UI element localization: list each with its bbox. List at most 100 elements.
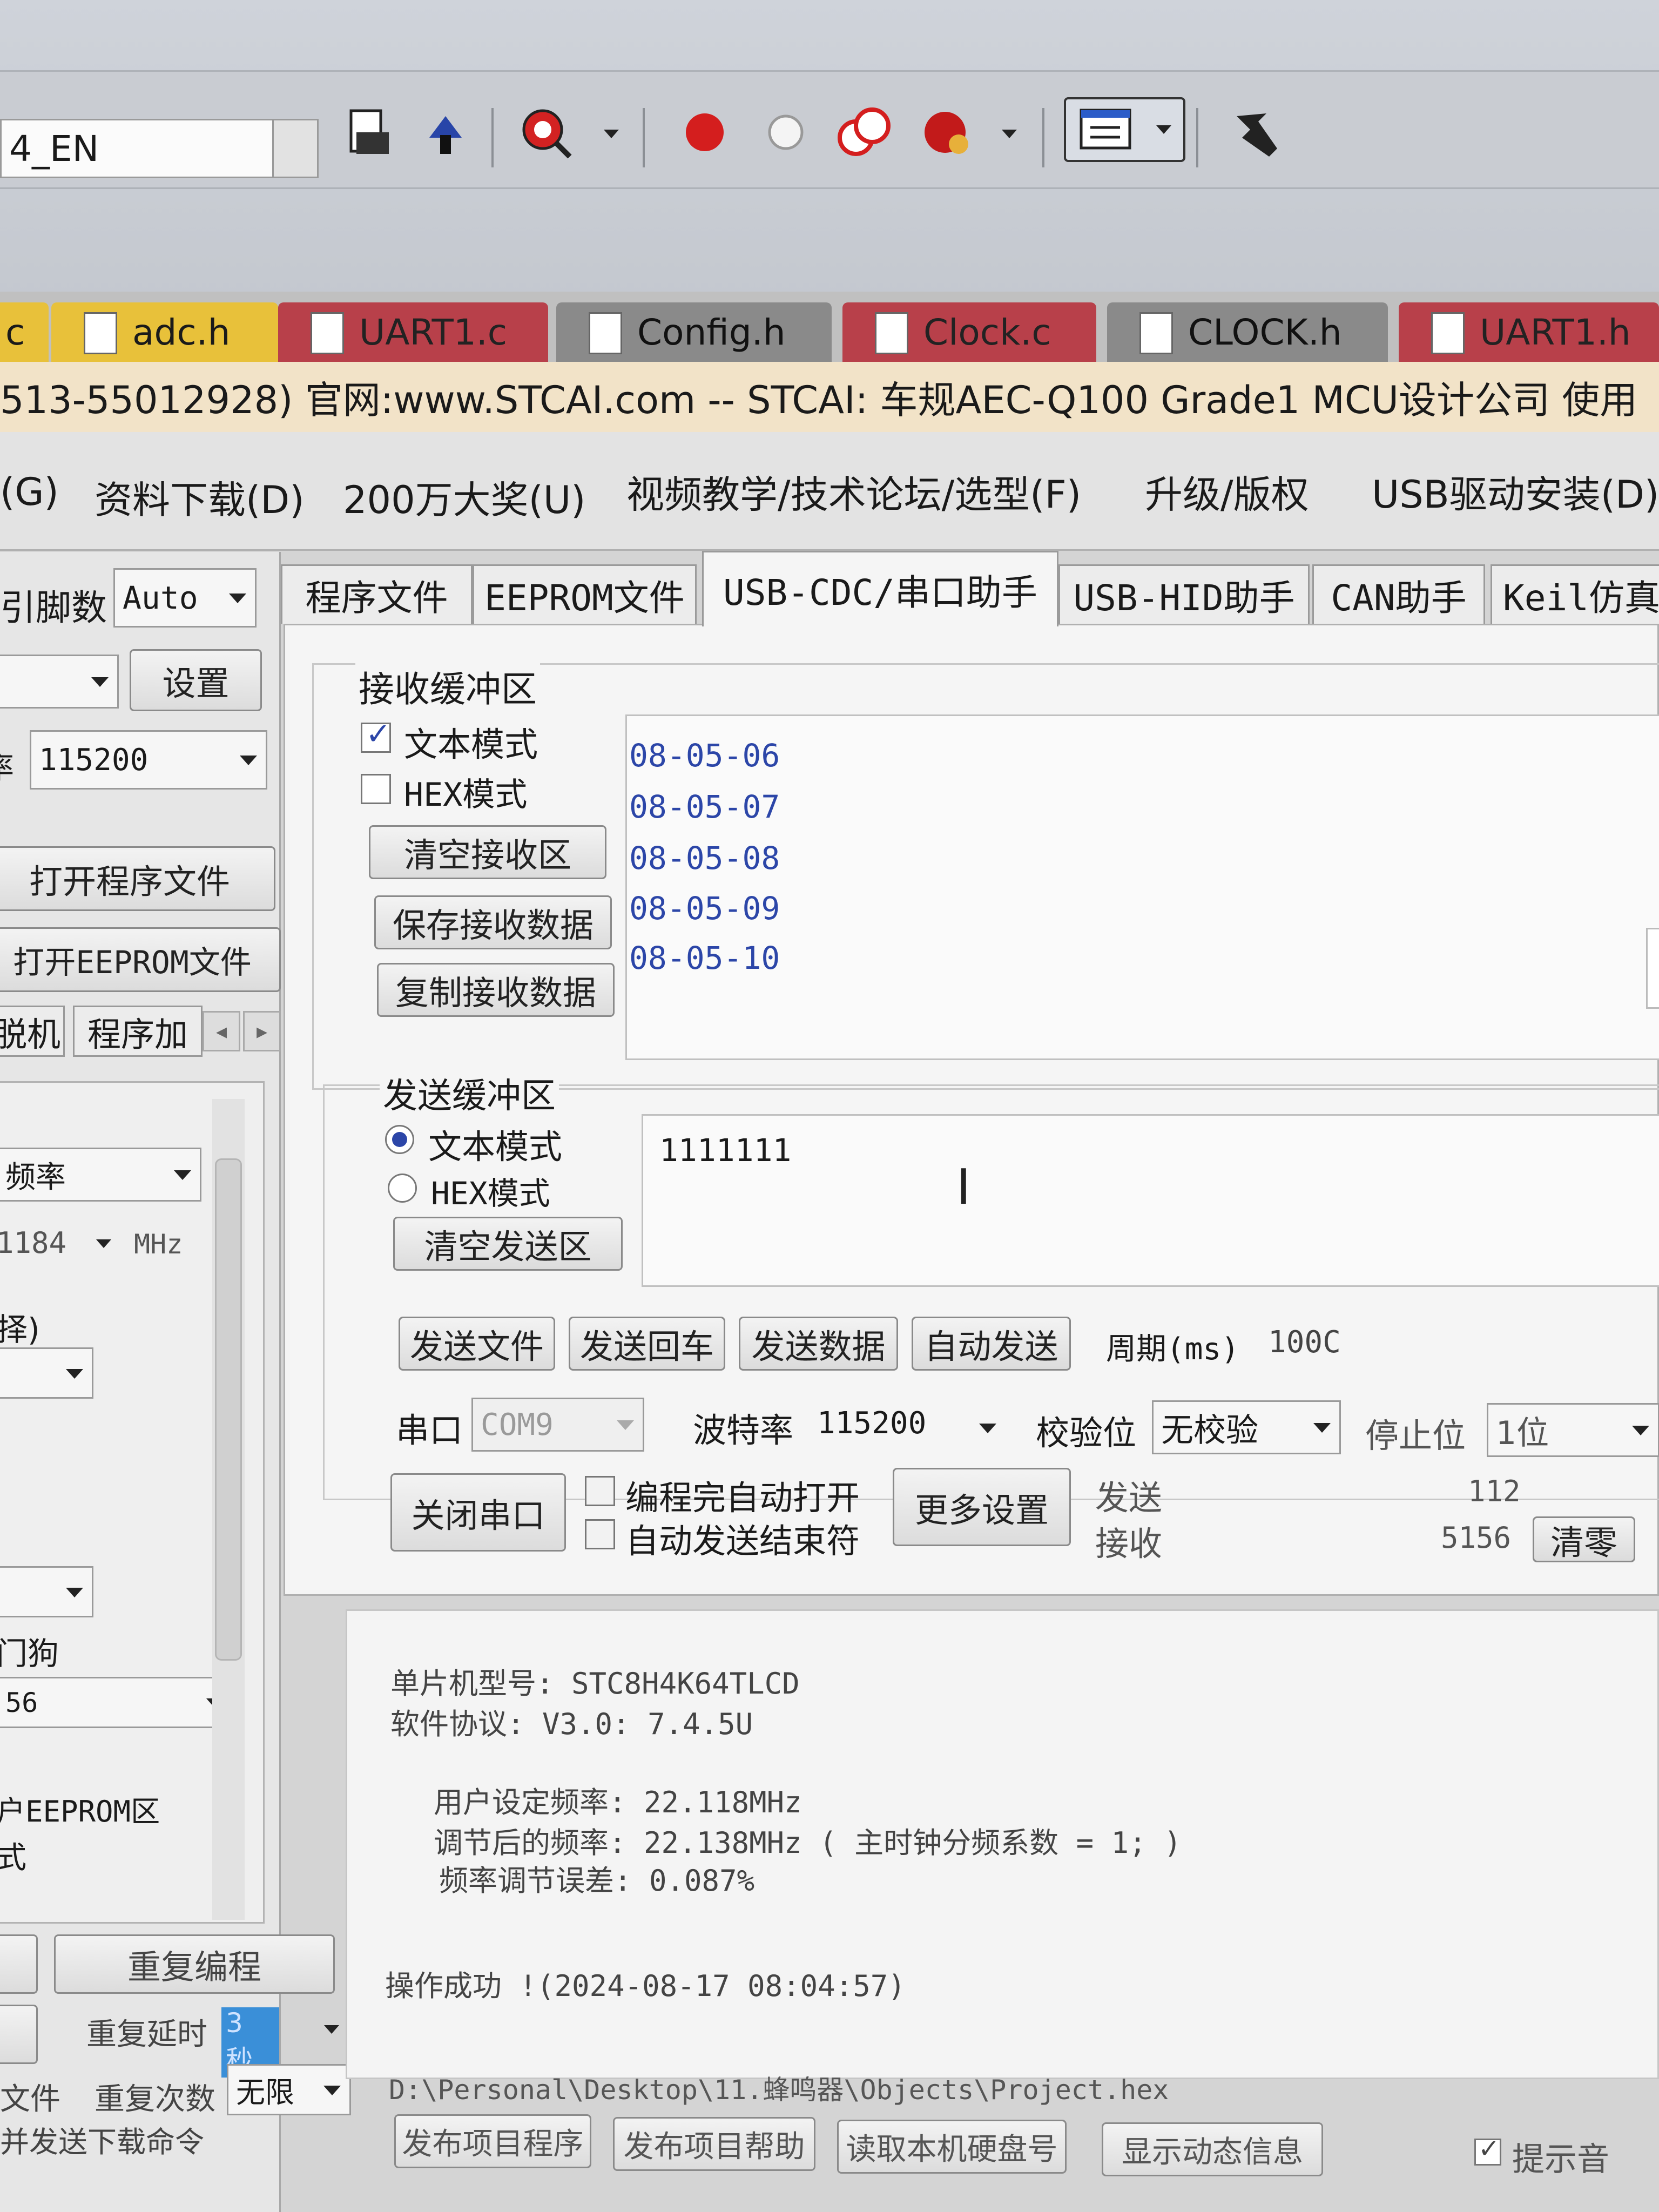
menu-item-usb-driver[interactable]: USB驱动安装(D)	[1372, 464, 1659, 519]
left-small-button[interactable]	[0, 1934, 38, 1994]
read-disk-id-button[interactable]: 读取本机硬盘号	[837, 2120, 1067, 2174]
send-data-button[interactable]: 发送数据	[739, 1317, 898, 1371]
baud-combo[interactable]: 115200	[30, 730, 267, 790]
serial-baud-value[interactable]: 115200	[817, 1406, 926, 1441]
parity-value: 无校验	[1161, 1411, 1258, 1449]
mcu-model-text: 单片机型号: STC8H4K64TLCD	[390, 1667, 800, 1701]
clear-send-button[interactable]: 清空发送区	[393, 1217, 623, 1271]
auto-open-checkbox[interactable]	[585, 1476, 615, 1506]
options-scrollbar[interactable]	[212, 1099, 245, 1920]
subtab-scroll-left[interactable]: ◂	[203, 1011, 240, 1051]
chevron-down-icon[interactable]	[272, 120, 317, 177]
menu-item-prize[interactable]: 200万大奖(U)	[343, 470, 585, 524]
tab-keil-debug[interactable]: Keil仿真	[1491, 564, 1659, 624]
receive-line: 08-05-06	[629, 737, 780, 774]
receive-text-mode-checkbox[interactable]: ✓	[361, 717, 391, 753]
open-program-file-button[interactable]: 打开程序文件	[0, 846, 275, 911]
send-text-mode-radio[interactable]	[385, 1125, 414, 1154]
kill-breakpoint-icon[interactable]	[918, 103, 977, 162]
show-dynamic-info-button[interactable]: 显示动态信息	[1102, 2122, 1323, 2176]
send-file-button[interactable]: 发送文件	[399, 1317, 555, 1371]
send-text-area[interactable]: 1111111 I	[642, 1114, 1659, 1287]
chevron-down-icon[interactable]	[96, 1239, 111, 1248]
menu-bar: (G) 资料下载(D) 200万大奖(U) 视频教学/技术论坛/选型(F) 升级…	[0, 432, 1659, 551]
receive-scrollbar[interactable]	[1646, 928, 1659, 1009]
chevron-down-icon[interactable]	[324, 2025, 339, 2034]
option-select-label: 择)	[0, 1311, 40, 1348]
menu-item-video-forum[interactable]: 视频教学/技术论坛/选型(F)	[626, 464, 1081, 519]
file-tab-config-h[interactable]: Config.h	[556, 302, 832, 362]
publish-help-button[interactable]: 发布项目帮助	[613, 2117, 815, 2171]
send-enter-button[interactable]: 发送回车	[569, 1317, 725, 1371]
breakpoint-icon[interactable]	[675, 103, 734, 162]
auto-send-button[interactable]: 自动发送	[912, 1317, 1071, 1371]
chevron-down-icon[interactable]	[979, 1424, 996, 1433]
left-subtab-program[interactable]: 程序加	[73, 1006, 203, 1057]
file-tab-uart1-c[interactable]: UART1.c	[278, 302, 548, 362]
stop-bits-label: 停止位	[1365, 1416, 1466, 1455]
file-tab-uart1-h[interactable]: UART1.h	[1399, 302, 1659, 362]
chevron-down-icon[interactable]	[1002, 130, 1017, 138]
clear-receive-button[interactable]: 清空接收区	[369, 825, 606, 879]
multi-breakpoint-icon[interactable]	[834, 103, 894, 162]
breakpoint-disabled-icon[interactable]	[756, 103, 815, 162]
parity-combo[interactable]: 无校验	[1152, 1400, 1341, 1454]
settings-button[interactable]: 设置	[130, 649, 262, 711]
chevron-down-icon	[240, 756, 257, 765]
file-tab[interactable]: c	[0, 302, 49, 362]
repeat-program-button[interactable]: 重复编程	[54, 1934, 335, 1994]
option-combo[interactable]	[0, 1347, 93, 1399]
wrench-icon[interactable]	[1226, 103, 1285, 162]
load-file-icon[interactable]	[340, 103, 400, 162]
port-combo[interactable]: COM9	[471, 1398, 644, 1452]
file-tab-adc-h[interactable]: adc.h	[51, 302, 278, 362]
download-arrow-icon[interactable]	[416, 103, 475, 162]
file-icon	[311, 312, 344, 354]
option-combo-2[interactable]	[0, 1566, 93, 1617]
auto-end-checkbox[interactable]	[585, 1519, 615, 1549]
more-settings-button[interactable]: 更多设置	[893, 1468, 1071, 1546]
tab-program-file[interactable]: 程序文件	[281, 564, 473, 624]
menu-item-upgrade[interactable]: 升级/版权	[1145, 464, 1309, 519]
menu-item-downloads[interactable]: 资料下载(D)	[95, 470, 305, 524]
file-tab-clock-h[interactable]: CLOCK.h	[1107, 302, 1388, 362]
beep-checkbox[interactable]: ✓	[1474, 2134, 1501, 2166]
watchdog-combo[interactable]: 56	[0, 1677, 234, 1728]
send-hex-mode-radio[interactable]	[388, 1174, 417, 1203]
file-tab-label: c	[5, 311, 25, 353]
port-value: COM9	[481, 1407, 554, 1442]
left-subtab-offline[interactable]: 脱机	[0, 1006, 65, 1057]
repeat-count-combo[interactable]: 无限	[227, 2064, 351, 2115]
freq-unit: MHz	[134, 1229, 183, 1260]
save-receive-button[interactable]: 保存接收数据	[374, 895, 612, 949]
publish-program-button[interactable]: 发布项目程序	[394, 2114, 591, 2168]
config-combo[interactable]: 4_EN	[0, 119, 319, 178]
clear-count-button[interactable]: 清零	[1533, 1516, 1635, 1562]
tab-usb-cdc-serial[interactable]: USB-CDC/串口助手	[702, 551, 1058, 626]
file-tab-clock-c[interactable]: Clock.c	[842, 302, 1096, 362]
period-value[interactable]: 100C	[1268, 1325, 1341, 1360]
freq-option-combo[interactable]: 频率	[0, 1148, 201, 1202]
receive-text-area[interactable]	[625, 714, 1659, 1060]
left-small-button-2[interactable]	[0, 2005, 38, 2064]
tab-eeprom-file[interactable]: EEPROM文件	[473, 564, 697, 624]
debug-search-icon[interactable]	[518, 103, 578, 162]
open-eeprom-file-button[interactable]: 打开EEPROM文件	[0, 927, 281, 992]
scrollbar-thumb[interactable]	[215, 1158, 242, 1661]
auto-send-label: 自动发送	[924, 1327, 1058, 1366]
stop-bits-combo[interactable]: 1位	[1487, 1403, 1659, 1457]
receive-hex-mode-checkbox[interactable]	[361, 774, 391, 804]
menu-item[interactable]: (G)	[0, 470, 59, 514]
chip-combo[interactable]	[0, 655, 119, 709]
info-output-area[interactable]: 单片机型号: STC8H4K64TLCD 软件协议: V3.0: 7.4.5U …	[346, 1609, 1659, 2079]
close-port-button[interactable]: 关闭串口	[390, 1473, 566, 1552]
pin-count-combo[interactable]: Auto	[113, 568, 257, 628]
window-layout-button[interactable]	[1064, 97, 1185, 162]
copy-receive-button[interactable]: 复制接收数据	[377, 963, 615, 1017]
tab-usb-hid[interactable]: USB-HID助手	[1058, 564, 1310, 624]
subtab-scroll-right[interactable]: ▸	[243, 1011, 281, 1051]
chevron-down-icon[interactable]	[604, 130, 619, 138]
tab-can[interactable]: CAN助手	[1312, 564, 1485, 624]
chevron-down-icon	[1156, 125, 1171, 134]
chevron-down-icon	[66, 1587, 83, 1597]
